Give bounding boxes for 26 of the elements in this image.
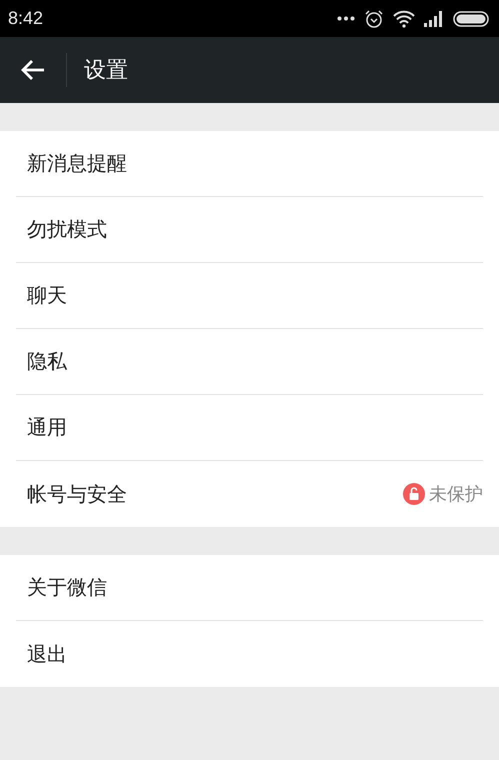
clock-time: 8:42 xyxy=(8,8,44,29)
item-label: 隐私 xyxy=(27,348,67,375)
item-label: 勿扰模式 xyxy=(27,216,107,243)
settings-item[interactable]: 关于微信 xyxy=(16,555,483,621)
settings-item[interactable]: 聊天 xyxy=(16,263,483,329)
wifi-icon xyxy=(393,10,415,28)
item-label: 聊天 xyxy=(27,282,67,309)
signal-icon xyxy=(424,10,444,26)
unlocked-lock-icon xyxy=(403,483,425,505)
settings-item[interactable]: 勿扰模式 xyxy=(16,197,483,263)
alarm-clock-icon xyxy=(364,8,384,28)
settings-item[interactable]: 退出 xyxy=(16,621,483,687)
status-text: 未保护 xyxy=(429,483,483,506)
settings-item[interactable]: 隐私 xyxy=(16,329,483,395)
settings-item[interactable]: 通用 xyxy=(16,395,483,461)
settings-item[interactable]: 新消息提醒 xyxy=(16,131,483,197)
more-notifications-icon xyxy=(337,16,355,21)
item-label: 关于微信 xyxy=(27,574,107,601)
item-label: 退出 xyxy=(27,640,67,668)
back-arrow-icon xyxy=(21,59,45,81)
settings-item[interactable]: 帐号与安全 未保护 xyxy=(16,461,483,527)
item-label: 通用 xyxy=(27,414,67,441)
page-title: 设置 xyxy=(84,57,128,85)
battery-icon xyxy=(453,10,489,26)
item-label: 新消息提醒 xyxy=(27,150,127,177)
item-label: 帐号与安全 xyxy=(27,480,127,508)
